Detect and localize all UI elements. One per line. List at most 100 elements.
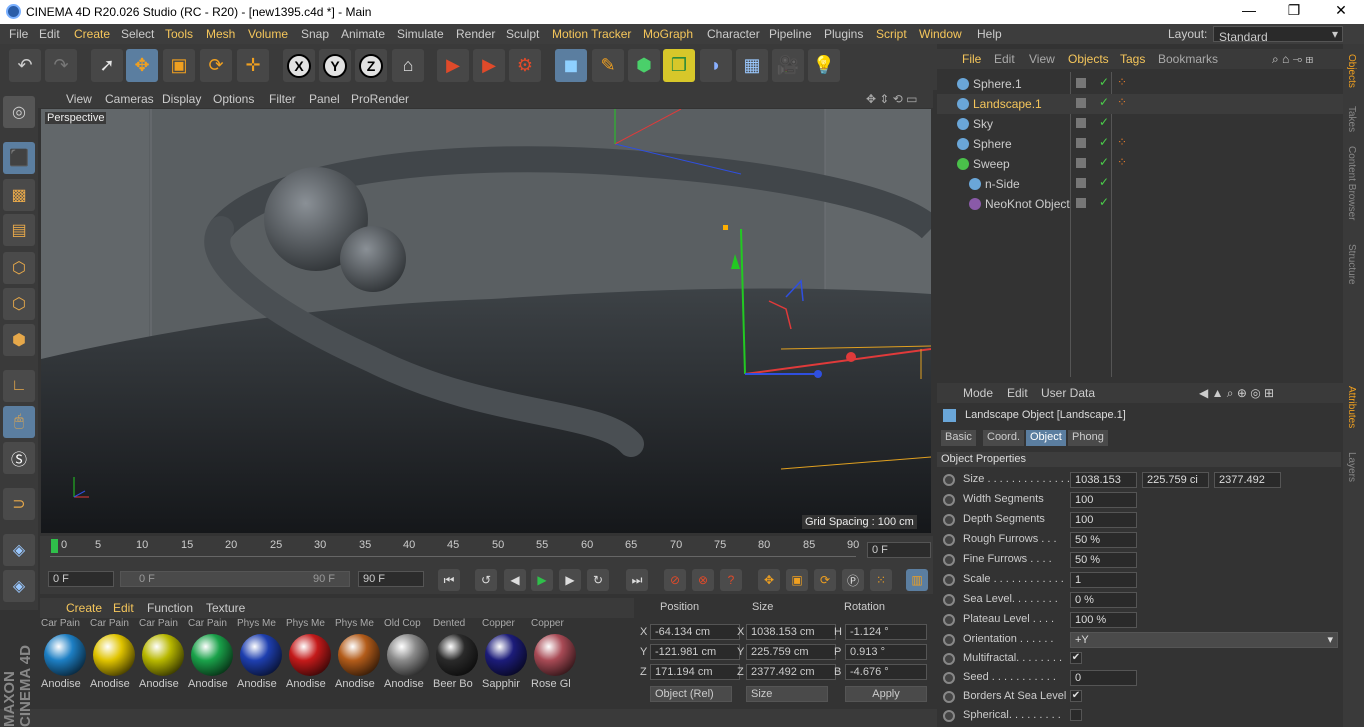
end-frame-field[interactable]: 90 F [358,571,424,587]
menu-help[interactable]: Help [977,27,1002,41]
menu-snap[interactable]: Snap [301,27,329,41]
redo-icon[interactable]: ↷ [45,49,77,82]
edges-mode-icon[interactable]: ⬡ [3,288,35,320]
size-y-field[interactable]: 225.759 cm [746,644,836,660]
vp-menu-options[interactable]: Options [213,92,254,106]
floor-scene-icon[interactable]: ▦ [736,49,768,82]
light-bulb-icon[interactable]: 💡 [808,49,840,82]
timeline-ruler[interactable]: 0 5 10 15 20 25 30 35 40 45 50 55 60 65 … [40,536,933,566]
object-row[interactable]: Sphere ✓ ⁘ [937,134,1343,154]
side-tab-layers[interactable]: Layers [1346,452,1357,482]
object-row[interactable]: Sweep ✓ ⁘ [937,154,1343,174]
solo-mode-icon[interactable]: Ⓢ [3,442,35,474]
render-settings-icon[interactable]: ⚙ [509,49,541,82]
snap-magnet-icon[interactable]: ⊃ [3,488,35,520]
attr-input[interactable]: 100 [1070,512,1137,528]
menu-mograph[interactable]: MoGraph [643,27,693,41]
menu-animate[interactable]: Animate [341,27,385,41]
seed-input[interactable]: 0 [1070,670,1137,686]
material-swatch[interactable]: Phys Me Anodise [286,618,334,692]
menu-window[interactable]: Window [919,27,962,41]
keyframe-toggle[interactable] [943,534,955,546]
keyframe-toggle[interactable] [943,653,955,665]
size-z-field[interactable]: 2377.492 cm [746,664,836,680]
autokey-icon[interactable]: ⊗ [692,569,714,591]
object-row[interactable]: Sphere.1 ✓ ⁘ [937,74,1343,94]
vp-menu-prorender[interactable]: ProRender [351,92,409,106]
menu-create[interactable]: Create [74,27,110,41]
keyframe-selection-icon[interactable]: ? [720,569,742,591]
enabled-check-icon[interactable]: ✓ [1099,195,1109,209]
keyframe-toggle[interactable] [943,594,955,606]
visibility-toggle[interactable] [1076,78,1086,88]
points-mode-icon[interactable]: ⬡ [3,252,35,284]
preview-range-slider[interactable]: 0 F 90 F [120,571,350,587]
vp-menu-cameras[interactable]: Cameras [105,92,154,106]
cloner-icon[interactable]: ❒ [663,49,695,82]
scale-tool-icon[interactable]: ▣ [163,49,195,82]
visibility-toggle[interactable] [1076,98,1086,108]
next-key-icon[interactable]: ↻ [587,569,609,591]
material-swatch[interactable]: Dented Beer Bo [433,618,481,692]
side-tab-takes[interactable]: Takes [1346,106,1357,132]
camera-icon[interactable]: 🎥 [772,49,804,82]
move-tool-icon[interactable]: ✥ [126,49,158,82]
close-button[interactable]: ✕ [1331,2,1351,19]
attr-input[interactable]: 50 % [1070,532,1137,548]
axis-mode-icon[interactable]: ∟ [3,370,35,402]
side-tab-objects[interactable]: Objects [1346,54,1357,88]
size-mode-select[interactable]: Size [746,686,828,702]
keyframe-toggle[interactable] [943,574,955,586]
side-tab-structure[interactable]: Structure [1346,244,1357,285]
keyframe-toggle[interactable] [943,710,955,722]
attr-input[interactable]: 100 [1070,492,1137,508]
minimize-button[interactable]: — [1239,2,1259,18]
tweak-mode-icon[interactable]: 🖱 [3,406,35,438]
rot-b-field[interactable]: -4.676 ° [845,664,927,680]
visibility-toggle[interactable] [1076,118,1086,128]
z-axis-lock-button[interactable]: Z [355,49,387,82]
enabled-check-icon[interactable]: ✓ [1099,175,1109,189]
keyframe-toggle[interactable] [943,691,955,703]
material-swatch[interactable]: Car Pain Anodise [41,618,89,692]
pos-z-field[interactable]: 171.194 cm [650,664,740,680]
material-swatch[interactable]: Car Pain Anodise [90,618,138,692]
material-swatch[interactable]: Phys Me Anodise [237,618,285,692]
restore-button[interactable]: ❐ [1284,2,1304,19]
coordinate-system-icon[interactable]: ⌂ [392,49,424,82]
position-key-icon[interactable]: ✥ [758,569,780,591]
keyframe-toggle[interactable] [943,672,955,684]
vp-menu-panel[interactable]: Panel [309,92,340,106]
attr-input[interactable]: 50 % [1070,552,1137,568]
attr-input[interactable]: 1 [1070,572,1137,588]
next-frame-icon[interactable]: ▶ [559,569,581,591]
cube-primitive-icon[interactable]: ◼ [555,49,587,82]
playhead-marker[interactable] [51,539,58,553]
menu-plugins[interactable]: Plugins [824,27,863,41]
select-pointer-icon[interactable]: ➚ [91,49,123,82]
material-tag-icon[interactable]: ⁘ [1117,135,1127,149]
previous-frame-icon[interactable]: ◀ [504,569,526,591]
workplane-grid-icon[interactable]: ◈ [3,534,35,566]
subdivision-surface-icon[interactable]: ⬢ [628,49,660,82]
menu-render[interactable]: Render [456,27,495,41]
attr-input[interactable]: 100 % [1070,612,1137,628]
undo-icon[interactable]: ↶ [9,49,41,82]
enabled-check-icon[interactable]: ✓ [1099,155,1109,169]
menu-edit[interactable]: Edit [39,27,60,41]
rotation-key-icon[interactable]: ⟳ [814,569,836,591]
borders-checkbox[interactable]: ✔ [1070,690,1082,702]
enabled-check-icon[interactable]: ✓ [1099,115,1109,129]
vp-menu-display[interactable]: Display [162,92,201,106]
menu-pipeline[interactable]: Pipeline [769,27,812,41]
vp-menu-filter[interactable]: Filter [269,92,296,106]
coordinate-mode-select[interactable]: Object (Rel) [650,686,732,702]
pos-y-field[interactable]: -121.981 cm [650,644,740,660]
render-view-icon[interactable]: ▶ [437,49,469,82]
parameter-key-icon[interactable]: Ⓟ [842,569,864,591]
pen-spline-icon[interactable]: ✎ [592,49,624,82]
menu-character[interactable]: Character [707,27,760,41]
scale-key-icon[interactable]: ▣ [786,569,808,591]
pos-x-field[interactable]: -64.134 cm [650,624,740,640]
rot-p-field[interactable]: 0.913 ° [845,644,927,660]
